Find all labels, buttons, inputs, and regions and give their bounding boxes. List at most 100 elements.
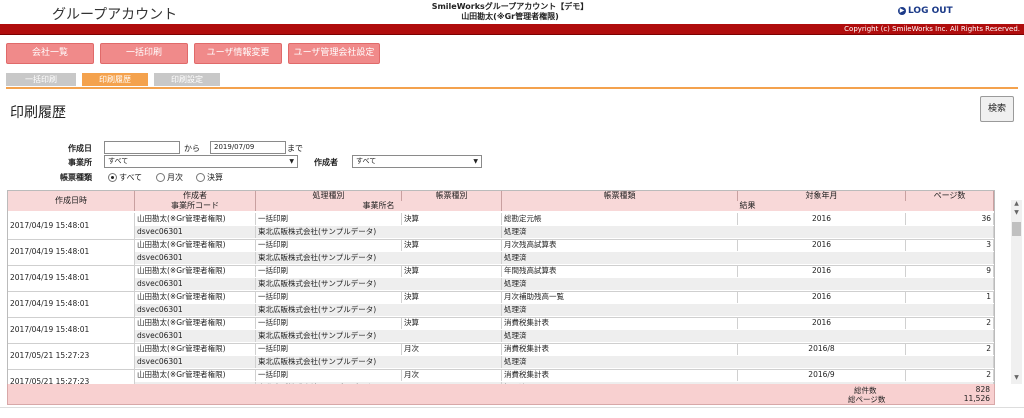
- cell-office-name: 東北広販株式会社(サンプルデータ): [256, 356, 502, 368]
- cell-pages: 36: [906, 213, 994, 225]
- tab-underline: [6, 87, 1018, 89]
- col-office-name: 事業所名: [256, 201, 502, 211]
- cell-form-type: 月次補助残高一覧: [502, 291, 738, 303]
- creator-select[interactable]: すべて ▼: [352, 155, 482, 168]
- cell-form-type: 消費税集計表: [502, 317, 738, 329]
- scroll-down-small-icon[interactable]: ▼: [1012, 209, 1021, 217]
- cell-form-category: 決算: [402, 265, 502, 277]
- cell-pages: 1: [906, 291, 994, 303]
- date-from-input[interactable]: [104, 141, 180, 154]
- radio-settlement-label: 決算: [207, 173, 223, 182]
- cell-result: 処理済: [502, 252, 994, 264]
- radio-icon: [156, 173, 165, 182]
- cell-form-category: 月次: [402, 369, 502, 381]
- cell-form-type: 月次残高試算表: [502, 239, 738, 251]
- cell-pages: 9: [906, 265, 994, 277]
- creator-select-value: すべて: [356, 157, 377, 165]
- cell-creator: 山田勘太(※Gr管理者権限): [135, 343, 256, 355]
- cell-office-name: 東北広販株式会社(サンプルデータ): [256, 278, 502, 290]
- col-process-type: 処理種別: [256, 191, 402, 201]
- cell-target-period: 2016/9: [738, 369, 906, 381]
- scroll-down-icon[interactable]: ▼: [1012, 374, 1021, 382]
- cell-result: 処理済: [502, 330, 994, 342]
- table-row: 2017/04/19 15:48:01 山田勘太(※Gr管理者権限) 一括印刷 決算年…: [8, 265, 994, 292]
- cell-office-code: dsvec06301: [135, 226, 256, 238]
- cell-result: 処理済: [502, 356, 994, 368]
- cell-pages: 2: [906, 317, 994, 329]
- bottom-bar: [0, 407, 1024, 418]
- cell-creator: 山田勘太(※Gr管理者権限): [135, 239, 256, 251]
- cell-form-type: 年間残高試算表: [502, 265, 738, 277]
- date-to-input[interactable]: 2019/07/09: [210, 141, 286, 154]
- cell-form-category: 決算: [402, 213, 502, 225]
- nav-user-company-settings-button[interactable]: ユーザ管理会社設定: [288, 43, 380, 64]
- tab-bulk-print[interactable]: 一括印刷: [6, 73, 76, 86]
- table-row: 2017/04/19 15:48:01 山田勘太(※Gr管理者権限) 一括印刷 決算消…: [8, 317, 994, 344]
- cell-process-type: 一括印刷: [256, 213, 402, 225]
- table-scrollbar[interactable]: ▲ ▼ ▼: [1011, 200, 1022, 384]
- col-office-code: 事業所コード: [135, 201, 256, 211]
- cell-process-type: 一括印刷: [256, 369, 402, 381]
- scroll-thumb[interactable]: [1012, 222, 1021, 236]
- nav-user-info-button[interactable]: ユーザ情報変更: [194, 43, 282, 64]
- cell-form-type: 総勘定元帳: [502, 213, 738, 225]
- logout-label: LOG OUT: [908, 6, 953, 16]
- scroll-up-icon[interactable]: ▲: [1012, 200, 1021, 208]
- cell-office-code: dsvec06301: [135, 356, 256, 368]
- copyright-text: Copyright (c) SmileWorks Inc. All Rights…: [844, 25, 1020, 33]
- cell-target-period: 2016: [738, 317, 906, 329]
- copyright-bar: Copyright (c) SmileWorks Inc. All Rights…: [0, 24, 1024, 35]
- tab-print-history[interactable]: 印刷履歴: [82, 73, 148, 86]
- cell-created-at: 2017/04/19 15:48:01: [8, 213, 135, 239]
- office-select[interactable]: すべて ▼: [104, 155, 298, 168]
- nav-bulk-print-button[interactable]: 一括印刷: [100, 43, 188, 64]
- table-row: 2017/04/19 15:48:01 山田勘太(※Gr管理者権限) 一括印刷 決算総…: [8, 213, 994, 240]
- from-text: から: [184, 144, 200, 153]
- logout-icon: ▶: [898, 6, 906, 15]
- app-title: グループアカウント: [52, 7, 178, 23]
- col-target-period: 対象年月: [738, 191, 906, 201]
- cell-pages: 2: [906, 369, 994, 381]
- cell-target-period: 2016: [738, 239, 906, 251]
- cell-process-type: 一括印刷: [256, 239, 402, 251]
- cell-office-name: 東北広販株式会社(サンプルデータ): [256, 304, 502, 316]
- nav-company-list-button[interactable]: 会社一覧: [6, 43, 94, 64]
- cell-pages: 2: [906, 343, 994, 355]
- cell-office-code: dsvec06301: [135, 304, 256, 316]
- created-date-label: 作成日: [68, 144, 92, 153]
- cell-target-period: 2016: [738, 265, 906, 277]
- cell-creator: 山田勘太(※Gr管理者権限): [135, 317, 256, 329]
- col-form-category: 帳票種別: [402, 191, 502, 201]
- cell-office-code: dsvec06301: [135, 330, 256, 342]
- cell-created-at: 2017/04/19 15:48:01: [8, 265, 135, 291]
- cell-target-period: 2016: [738, 291, 906, 303]
- cell-created-at: 2017/04/19 15:48:01: [8, 317, 135, 343]
- cell-form-category: 決算: [402, 239, 502, 251]
- cell-office-name: 東北広販株式会社(サンプルデータ): [256, 252, 502, 264]
- creator-label: 作成者: [314, 158, 338, 167]
- cell-created-at: 2017/04/19 15:48:01: [8, 291, 135, 317]
- radio-all[interactable]: すべて: [108, 172, 142, 183]
- search-button[interactable]: 検索: [980, 96, 1014, 122]
- logout-link[interactable]: ▶ LOG OUT: [898, 6, 953, 16]
- cell-process-type: 一括印刷: [256, 343, 402, 355]
- table-row: 2017/04/19 15:48:01 山田勘太(※Gr管理者権限) 一括印刷 決算月…: [8, 239, 994, 266]
- cell-target-period: 2016: [738, 213, 906, 225]
- tab-print-settings[interactable]: 印刷設定: [154, 73, 220, 86]
- col-form-type: 帳票種類: [502, 191, 738, 201]
- table-row: 2017/04/19 15:48:01 山田勘太(※Gr管理者権限) 一括印刷 決算月…: [8, 291, 994, 318]
- cell-office-name: 東北広販株式会社(サンプルデータ): [256, 330, 502, 342]
- cell-office-name: 東北広販株式会社(サンプルデータ): [256, 226, 502, 238]
- cell-process-type: 一括印刷: [256, 317, 402, 329]
- cell-form-category: 決算: [402, 317, 502, 329]
- cell-creator: 山田勘太(※Gr管理者権限): [135, 265, 256, 277]
- radio-monthly-label: 月次: [167, 173, 183, 182]
- company-info: SmileWorksグループアカウント【デモ】 山田勘太(※Gr管理者権限): [360, 2, 660, 22]
- radio-icon: [196, 173, 205, 182]
- radio-monthly[interactable]: 月次: [156, 172, 183, 183]
- cell-creator: 山田勘太(※Gr管理者権限): [135, 291, 256, 303]
- radio-settlement[interactable]: 決算: [196, 172, 223, 183]
- col-result: 結果: [502, 201, 994, 211]
- history-table: 作成日時 作成者 事業所コード 処理種別 事業所名 帳票種別 帳票種類 結果 対…: [7, 190, 995, 386]
- company-name: SmileWorksグループアカウント【デモ】: [431, 2, 589, 11]
